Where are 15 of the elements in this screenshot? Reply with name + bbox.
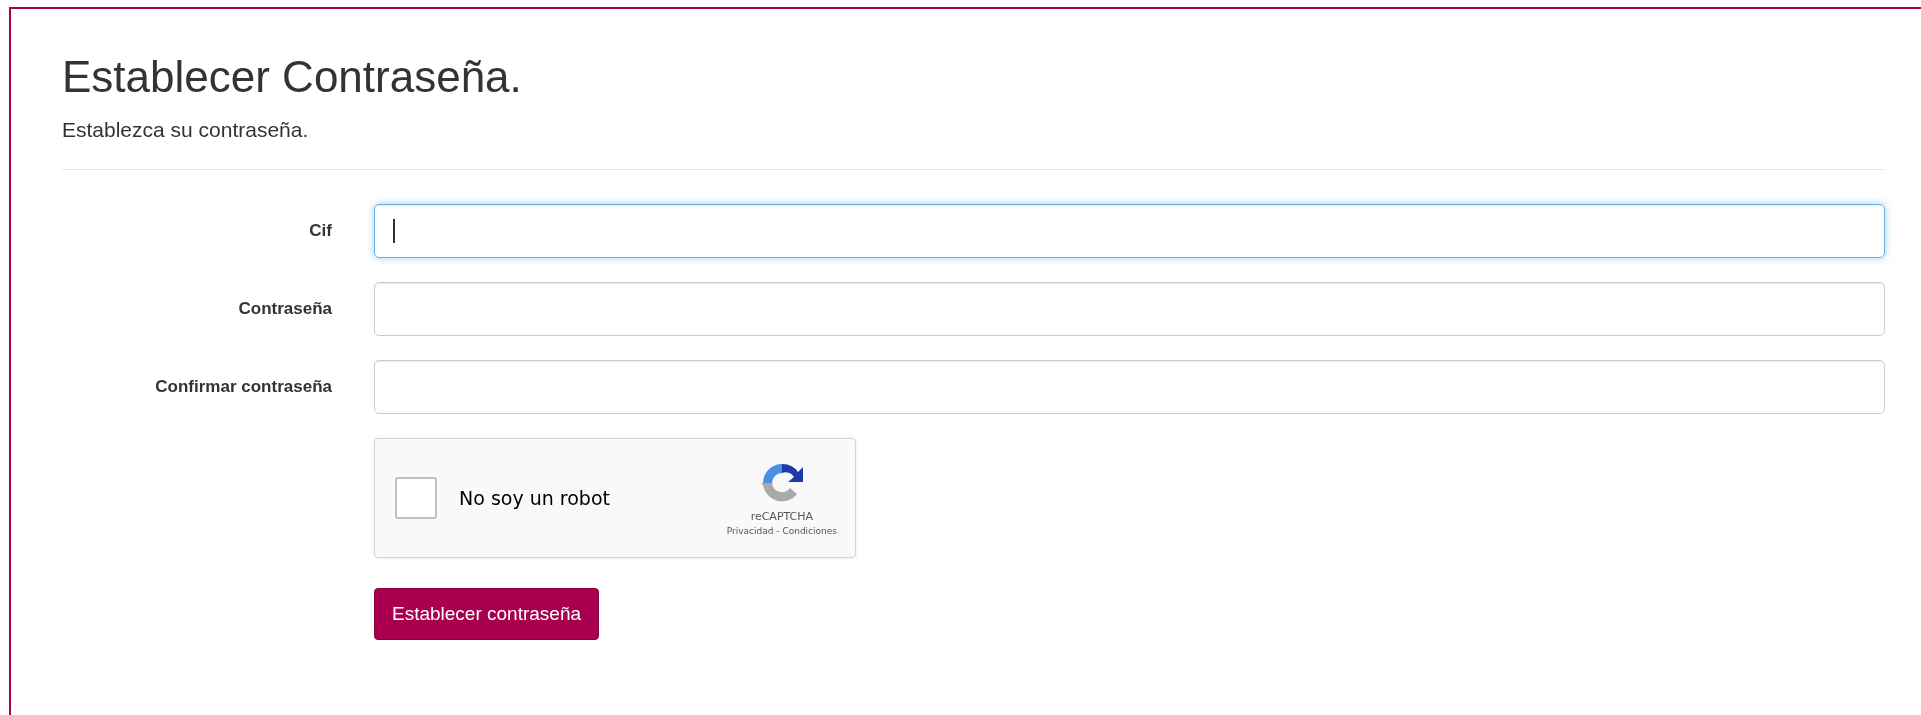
captcha-brand: reCAPTCHA (750, 509, 814, 523)
input-field[interactable] (374, 281, 1885, 336)
captcha-checkbox[interactable] (395, 476, 437, 519)
submit-button[interactable]: Establecer contraseña (374, 587, 600, 640)
captcha-label: No soy un robot (459, 486, 611, 509)
page-subtitle: Establezca su contraseña. (62, 117, 310, 142)
page-title: Establecer Contraseña. (62, 51, 523, 103)
input-field[interactable] (374, 203, 1885, 258)
terms-link[interactable]: Condiciones (782, 525, 837, 536)
field-label: Contraseña (237, 298, 333, 319)
link-separator: - (776, 525, 780, 536)
input-field[interactable] (374, 359, 1885, 414)
field-label: Cif (308, 220, 333, 241)
privacy-link[interactable]: Privacidad (726, 525, 774, 536)
field-label: Confirmar contraseña (154, 376, 333, 397)
